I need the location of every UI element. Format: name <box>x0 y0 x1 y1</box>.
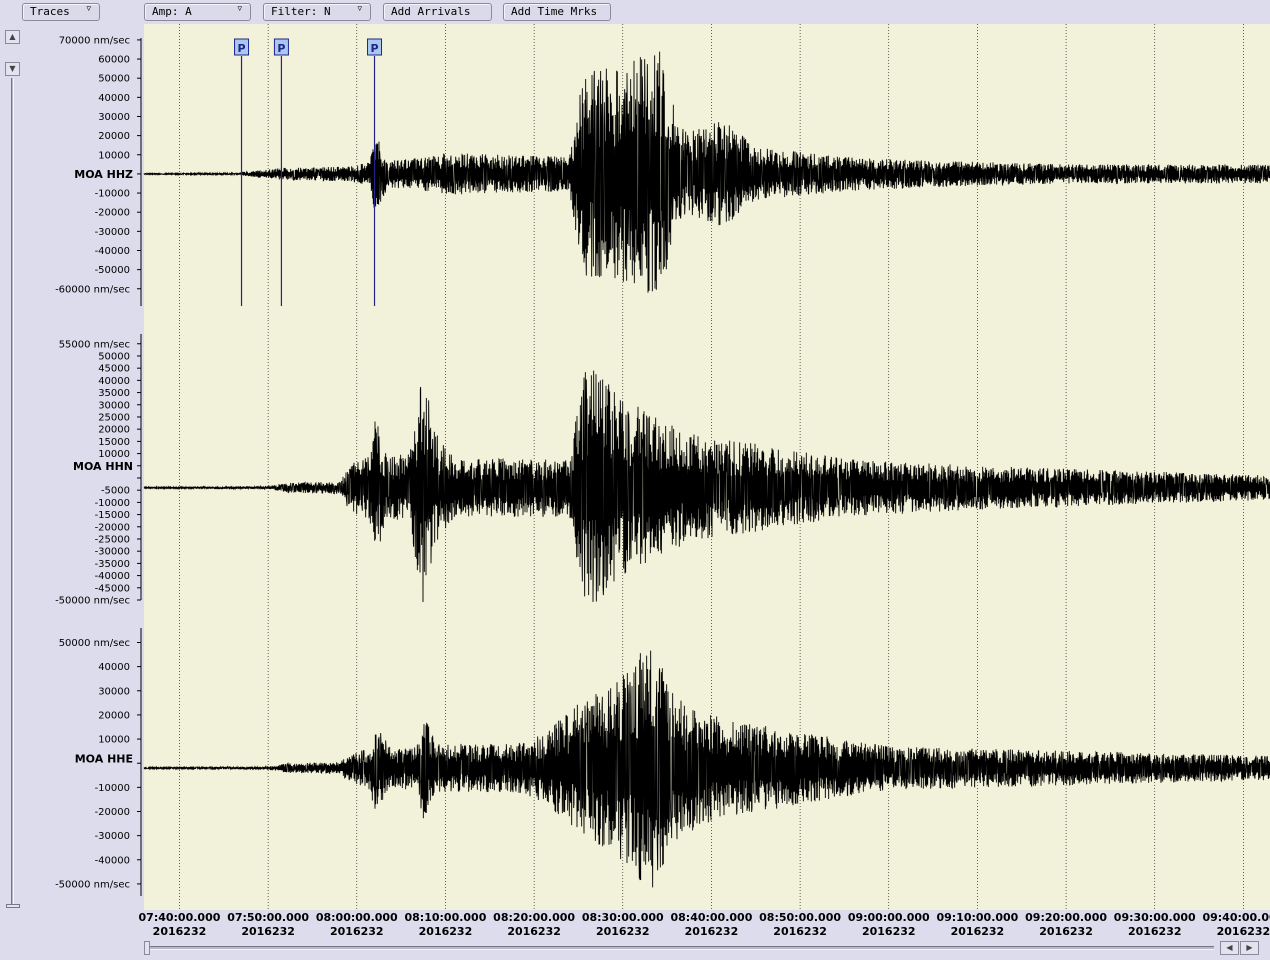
amplitude-tick-label: -20000 <box>95 807 130 818</box>
amplitude-tick-label: 15000 <box>98 437 130 448</box>
amplitude-tick-label: 55000 nm/sec <box>59 339 130 350</box>
day-tick-label: 2016232 <box>773 925 827 938</box>
day-tick-label: 2016232 <box>507 925 561 938</box>
amplitude-tick-label: 10000 <box>98 449 130 460</box>
horizontal-scrollbar[interactable]: ◀ ▶ <box>144 941 1270 955</box>
time-tick-label: 07:40:00.000 <box>139 911 221 924</box>
channel-label: MOA HHN <box>73 460 133 473</box>
amplitude-tick-label: -60000 nm/sec <box>55 284 130 295</box>
filter-menu-label: Filter: N <box>271 5 331 18</box>
amplitude-tick-label: -50000 <box>95 265 130 276</box>
time-tick-label: 08:10:00.000 <box>405 911 487 924</box>
amplitude-tick-label: 60000 <box>98 55 130 66</box>
amplitude-tick-label: 50000 <box>98 351 130 362</box>
time-tick-label: 08:40:00.000 <box>670 911 752 924</box>
amplitude-tick-label: 40000 <box>98 93 130 104</box>
amplitude-tick-label: -30000 <box>95 227 130 238</box>
amplitude-tick-label: 50000 nm/sec <box>59 638 130 649</box>
amplitude-tick-label: -30000 <box>95 831 130 842</box>
day-tick-label: 2016232 <box>1217 925 1270 938</box>
amplitude-tick-label: -10000 <box>95 189 130 200</box>
amplitude-tick-label: 40000 <box>98 662 130 673</box>
scroll-right-icon[interactable]: ▶ <box>1240 941 1259 955</box>
time-tick-label: 09:00:00.000 <box>848 911 930 924</box>
amplitude-tick-label: 70000 nm/sec <box>59 35 130 46</box>
horizontal-scroll-thumb[interactable] <box>144 941 150 955</box>
amplitude-tick-label: -35000 <box>95 559 130 570</box>
add-time-marks-label: Add Time Mrks <box>511 5 598 18</box>
amplitude-tick-label: 20000 <box>98 131 130 142</box>
amplitude-tick-label: 45000 <box>98 364 130 375</box>
horizontal-scroll-track[interactable] <box>148 946 1214 950</box>
amplitude-tick-label: -20000 <box>95 208 130 219</box>
dropdown-arrow-icon: ▿ <box>86 4 91 14</box>
amplitude-tick-label: -40000 <box>95 571 130 582</box>
time-tick-label: 08:20:00.000 <box>493 911 575 924</box>
amplitude-tick-label: 30000 <box>98 400 130 411</box>
add-arrivals-label: Add Arrivals <box>391 5 471 18</box>
channel-label: MOA HHZ <box>74 168 133 181</box>
toolbar: Traces ▿ Amp: A ▿ Filter: N ▿ Add Arriva… <box>0 0 1270 24</box>
time-tick-label: 09:10:00.000 <box>936 911 1018 924</box>
scroll-left-icon[interactable]: ◀ <box>1220 941 1239 955</box>
amplitude-tick-label: -50000 nm/sec <box>55 879 130 890</box>
amplitude-tick-label: -40000 <box>95 855 130 866</box>
amplitude-tick-label: 30000 <box>98 686 130 697</box>
dropdown-arrow-icon: ▿ <box>357 4 362 14</box>
time-tick-label: 07:50:00.000 <box>227 911 309 924</box>
day-tick-label: 2016232 <box>330 925 384 938</box>
traces-menu-button[interactable]: Traces ▿ <box>22 3 100 21</box>
day-tick-label: 2016232 <box>951 925 1005 938</box>
amplitude-tick-label: 35000 <box>98 388 130 399</box>
amplitude-tick-label: -30000 <box>95 547 130 558</box>
amp-menu-button[interactable]: Amp: A ▿ <box>144 3 251 21</box>
time-tick-label: 08:00:00.000 <box>316 911 398 924</box>
amplitude-tick-label: 20000 <box>98 710 130 721</box>
day-tick-label: 2016232 <box>1128 925 1182 938</box>
day-tick-label: 2016232 <box>685 925 739 938</box>
day-tick-label: 2016232 <box>1039 925 1093 938</box>
amplitude-tick-label: -5000 <box>101 486 130 497</box>
amplitude-tick-label: -20000 <box>95 522 130 533</box>
time-tick-label: 08:50:00.000 <box>759 911 841 924</box>
filter-menu-button[interactable]: Filter: N ▿ <box>263 3 371 21</box>
day-tick-label: 2016232 <box>419 925 473 938</box>
time-tick-label: 09:30:00.000 <box>1114 911 1196 924</box>
amplitude-tick-label: -45000 <box>95 583 130 594</box>
amplitude-tick-label: -40000 <box>95 246 130 257</box>
amplitude-tick-label: 50000 <box>98 74 130 85</box>
add-time-marks-button[interactable]: Add Time Mrks <box>503 3 611 21</box>
amplitude-tick-label: -50000 nm/sec <box>55 596 130 607</box>
day-tick-label: 2016232 <box>153 925 207 938</box>
amplitude-tick-label: 10000 <box>98 150 130 161</box>
traces-menu-label: Traces <box>30 5 70 18</box>
amplitude-tick-label: -10000 <box>95 498 130 509</box>
channel-label: MOA HHE <box>75 752 133 765</box>
amplitude-tick-label: 30000 <box>98 112 130 123</box>
add-arrivals-button[interactable]: Add Arrivals <box>383 3 492 21</box>
amplitude-tick-label: 25000 <box>98 412 130 423</box>
amplitude-tick-label: -15000 <box>95 510 130 521</box>
day-tick-label: 2016232 <box>596 925 650 938</box>
amplitude-tick-label: -10000 <box>95 783 130 794</box>
amplitude-tick-label: 10000 <box>98 735 130 746</box>
amplitude-tick-label: 20000 <box>98 425 130 436</box>
amplitude-tick-label: 40000 <box>98 376 130 387</box>
day-tick-label: 2016232 <box>862 925 916 938</box>
day-tick-label: 2016232 <box>241 925 295 938</box>
pick-label: P <box>277 42 285 55</box>
amp-menu-label: Amp: A <box>152 5 192 18</box>
time-tick-label: 08:30:00.000 <box>582 911 664 924</box>
amplitude-tick-label: -25000 <box>95 534 130 545</box>
pick-label: P <box>237 42 245 55</box>
pick-label: P <box>370 42 378 55</box>
dropdown-arrow-icon: ▿ <box>237 4 242 14</box>
time-tick-label: 09:20:00.000 <box>1025 911 1107 924</box>
time-tick-label: 09:40:00.000 <box>1202 911 1270 924</box>
seismogram-plot[interactable]: 70000 nm/sec 60000 50000 40000 30000 20000 100… <box>0 24 1270 944</box>
